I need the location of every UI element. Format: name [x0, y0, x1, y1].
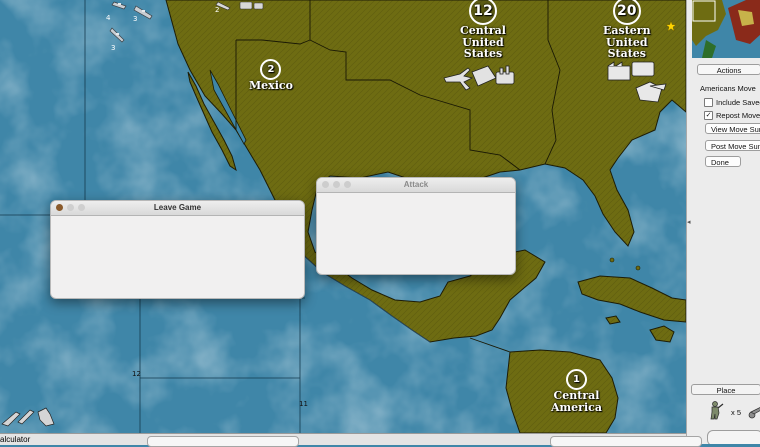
status-field[interactable] — [550, 436, 702, 447]
minimize-icon[interactable] — [333, 181, 340, 188]
post-move-summary-button[interactable]: Post Move Summary — [705, 140, 760, 151]
close-icon[interactable] — [322, 181, 329, 188]
military-units-icon[interactable] — [442, 64, 520, 92]
artillery-icon[interactable] — [747, 402, 760, 420]
factory-units-icon[interactable] — [606, 58, 668, 108]
include-savegame-label: Include Savegame — [716, 98, 760, 107]
production-badge: 2 — [260, 59, 282, 80]
move-phase-label: Americans Move — [700, 84, 756, 93]
minimap[interactable] — [692, 0, 760, 58]
aircraft-units-icon[interactable] — [212, 0, 266, 14]
unit-count: 4 — [106, 14, 111, 22]
status-field[interactable] — [147, 436, 299, 447]
unit-count: 2 — [215, 6, 220, 14]
tab-place[interactable]: Place — [691, 384, 760, 395]
sea-zone-number: 11 — [299, 400, 308, 408]
territory-label: Central United States — [460, 24, 506, 61]
fighter-units-icon[interactable] — [0, 404, 58, 430]
minimize-icon[interactable] — [67, 204, 74, 211]
include-savegame-checkbox[interactable] — [704, 98, 713, 107]
close-icon[interactable] — [56, 204, 63, 211]
dialog-titlebar[interactable]: Leave Game — [51, 201, 304, 216]
dialog-title: Leave Game — [153, 203, 202, 212]
zoom-icon[interactable] — [78, 204, 85, 211]
production-badge: 1 — [565, 369, 587, 390]
production-badge: 12 — [468, 0, 497, 25]
territory-central-united-states[interactable]: 12 Central United States — [460, 0, 506, 60]
splitter-arrow-icon[interactable]: ◂ — [687, 218, 691, 226]
territory-label: Central America — [551, 389, 602, 414]
unit-count: 3 — [133, 15, 138, 23]
territory-label: Mexico — [249, 79, 293, 92]
territory-central-america[interactable]: 1 Central America — [551, 369, 602, 413]
leave-game-dialog[interactable]: Leave Game — [50, 200, 305, 299]
attack-dialog[interactable]: Attack — [316, 177, 516, 275]
dialog-titlebar[interactable]: Attack — [317, 178, 515, 193]
place-unit-button[interactable] — [707, 430, 760, 444]
unit-count: 3 — [111, 44, 116, 52]
right-panel: Actions Americans Move Include Savegame … — [686, 0, 760, 444]
infantry-icon[interactable] — [705, 400, 725, 420]
view-move-summary-button[interactable]: View Move Summary — [705, 123, 760, 134]
production-badge: 20 — [612, 0, 641, 25]
tab-actions[interactable]: Actions — [697, 64, 760, 75]
repost-move-label: Repost Move — [716, 111, 760, 120]
dialog-title: Attack — [403, 180, 429, 189]
zoom-icon[interactable] — [344, 181, 351, 188]
unit-count-label: x 5 — [731, 408, 742, 417]
capital-star-icon — [666, 21, 676, 31]
sea-zone-number: 12 — [132, 370, 141, 378]
status-bar: alculator — [0, 433, 702, 447]
repost-move-checkbox[interactable]: ✓ — [704, 111, 713, 120]
game-map[interactable]: 12 Central United States 20 Eastern Unit… — [0, 0, 686, 444]
territory-mexico[interactable]: 2 Mexico — [249, 59, 293, 92]
territory-label: Eastern United States — [603, 24, 651, 61]
territory-eastern-united-states[interactable]: 20 Eastern United States — [603, 0, 651, 60]
done-button[interactable]: Done — [705, 156, 741, 167]
calculator-label[interactable]: alculator — [0, 435, 30, 444]
